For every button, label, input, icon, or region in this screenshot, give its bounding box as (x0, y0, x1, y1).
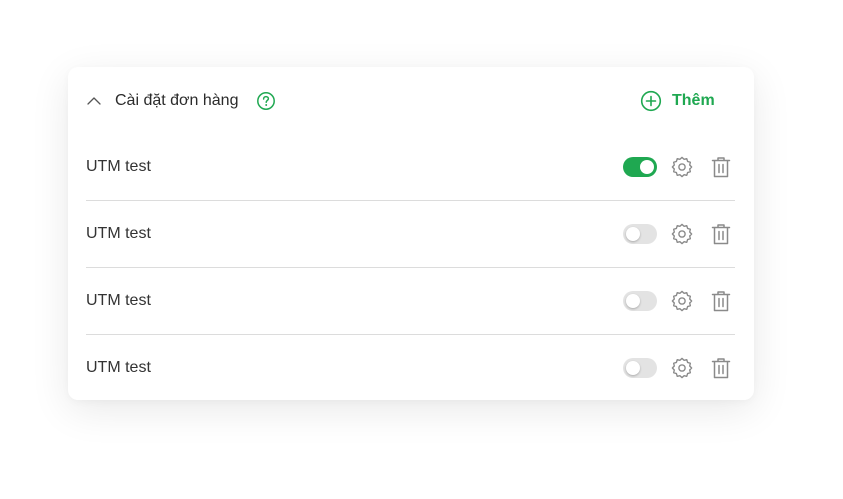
gear-icon[interactable] (671, 290, 693, 312)
item-label: UTM test (86, 158, 151, 175)
trash-icon[interactable] (711, 290, 731, 312)
toggle-knob (640, 160, 654, 174)
gear-icon[interactable] (671, 357, 693, 379)
item-label: UTM test (86, 292, 151, 309)
enable-toggle[interactable] (623, 291, 657, 311)
toggle-knob (626, 361, 640, 375)
plus-circle-icon (640, 90, 662, 112)
enable-toggle[interactable] (623, 157, 657, 177)
toggle-knob (626, 294, 640, 308)
gear-icon[interactable] (671, 156, 693, 178)
trash-icon[interactable] (711, 156, 731, 178)
trash-icon[interactable] (711, 223, 731, 245)
card-header: Cài đặt đơn hàng Thêm (68, 67, 754, 135)
toggle-knob (626, 227, 640, 241)
trash-icon[interactable] (711, 357, 731, 379)
enable-toggle[interactable] (623, 224, 657, 244)
list-item: UTM test (86, 201, 735, 268)
list-item: UTM test (86, 134, 735, 201)
list-item: UTM test (86, 268, 735, 335)
item-label: UTM test (86, 225, 151, 242)
chevron-up-icon[interactable] (86, 93, 102, 109)
item-label: UTM test (86, 359, 151, 376)
utm-list: UTM test UTM test UTM test UTM test (86, 134, 735, 401)
list-item: UTM test (86, 335, 735, 401)
add-button[interactable]: Thêm (640, 89, 715, 113)
enable-toggle[interactable] (623, 358, 657, 378)
help-icon[interactable] (256, 91, 276, 111)
add-button-label: Thêm (672, 92, 715, 109)
order-settings-card: Cài đặt đơn hàng Thêm UTM test UTM test … (68, 67, 754, 400)
section-title: Cài đặt đơn hàng (115, 92, 239, 109)
gear-icon[interactable] (671, 223, 693, 245)
